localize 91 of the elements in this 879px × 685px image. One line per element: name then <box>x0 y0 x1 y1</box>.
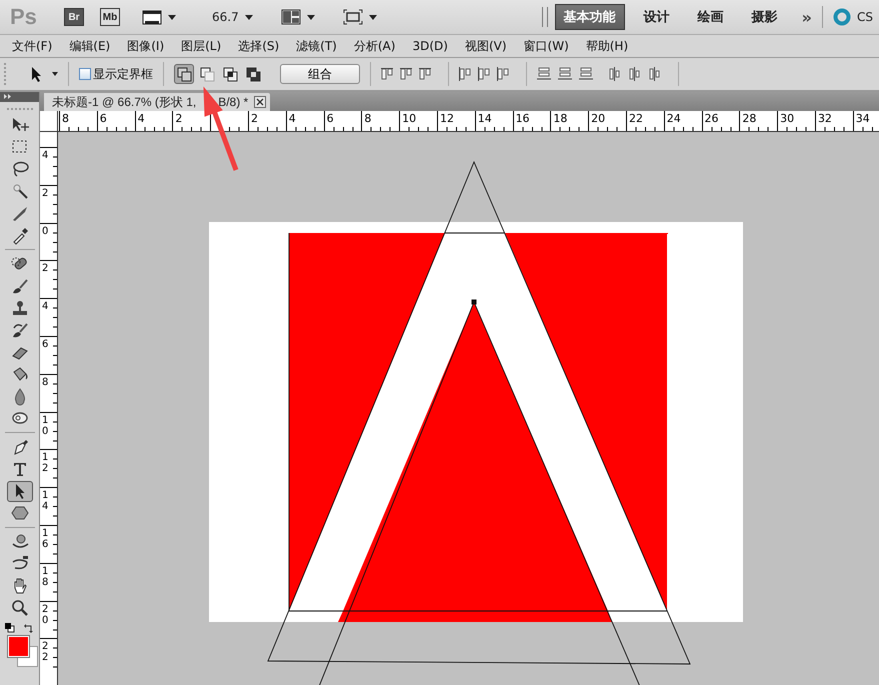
align-icon[interactable] <box>497 67 509 81</box>
caret-icon[interactable] <box>244 14 253 20</box>
align-icon[interactable] <box>400 67 412 81</box>
caret-icon[interactable] <box>306 14 315 20</box>
tool-button[interactable] <box>6 480 32 502</box>
ruler-label: 6 <box>326 112 334 125</box>
ruler-label: 14 <box>478 112 492 125</box>
workspace-tab[interactable]: 摄影 <box>742 4 787 30</box>
ruler-label: 28 <box>742 112 756 125</box>
distribute-icon[interactable] <box>648 67 661 81</box>
ruler-label: 18 <box>42 566 48 588</box>
ruler-label: 18 <box>553 112 568 125</box>
document-tab[interactable]: 未标题-1 @ 66.7% (形状 1, B/8) * <box>44 93 270 111</box>
ruler-label: 20 <box>42 604 48 626</box>
ruler-label: 2 <box>42 263 48 274</box>
ruler-label: 20 <box>591 112 606 125</box>
app-logo: Ps <box>10 4 38 30</box>
align-icon[interactable] <box>419 67 431 81</box>
ruler-label: 2 <box>42 188 48 199</box>
menu-item[interactable]: 分析(A) <box>348 38 402 54</box>
menu-item[interactable]: 窗口(W) <box>518 38 575 54</box>
ruler-label: 24 <box>666 112 681 125</box>
distribute-icon[interactable] <box>628 67 641 81</box>
ruler-label: 4 <box>42 150 48 161</box>
ruler-label: 10 <box>402 112 416 125</box>
ruler-label: 8 <box>364 112 372 125</box>
ruler-label: 8 <box>42 376 48 388</box>
path-mode-button[interactable] <box>174 64 194 84</box>
ruler-label: 16 <box>516 112 530 125</box>
mini-bridge-button[interactable]: Mb <box>100 8 120 26</box>
caret-icon[interactable] <box>168 14 176 20</box>
ruler-label: 34 <box>856 112 870 125</box>
ring-icon[interactable] <box>833 8 851 26</box>
menu-item[interactable]: 选择(S) <box>232 38 286 54</box>
align-icon[interactable] <box>459 67 471 81</box>
menu-item[interactable]: 视图(V) <box>458 38 513 54</box>
ruler-label: 14 <box>42 490 48 512</box>
bridge-button[interactable]: Br <box>64 8 84 26</box>
arrow-pointer-icon[interactable] <box>30 66 44 82</box>
workspace-tab[interactable]: 绘画 <box>688 4 733 30</box>
ruler-label: 12 <box>42 452 48 474</box>
ruler-label: 16 <box>42 528 48 550</box>
combine-button[interactable]: 组合 <box>280 64 360 84</box>
more-workspaces-button[interactable]: » <box>802 8 812 26</box>
menu-item[interactable]: 图层(L) <box>175 38 228 54</box>
cs-live-label[interactable]: CS <box>857 10 873 24</box>
caret-icon[interactable] <box>368 14 377 20</box>
ruler-label: 2 <box>175 112 182 125</box>
ruler-label: 6 <box>100 112 107 125</box>
ruler-label: 2 <box>250 112 258 125</box>
foreground-color-swatch[interactable] <box>8 636 28 657</box>
document-title: B/8) * <box>218 95 248 109</box>
document-title: 未标题-1 @ 66.7% (形状 1, <box>52 94 196 110</box>
screen-mode-icon[interactable] <box>342 9 363 25</box>
zoom-icon <box>10 598 30 618</box>
ruler-label: 4 <box>138 112 145 125</box>
ruler-label: 4 <box>288 112 296 125</box>
ruler-label: 32 <box>818 112 832 125</box>
ruler-label: 22 <box>42 641 48 664</box>
ruler-label: 30 <box>780 112 794 125</box>
double-chevron-icon[interactable] <box>4 94 11 99</box>
close-icon[interactable] <box>254 96 266 108</box>
bounding-box-checkbox[interactable]: 显示定界框 <box>79 66 153 82</box>
distribute-icon[interactable] <box>537 67 551 81</box>
zoom-level-field[interactable]: 66.7 <box>212 10 239 24</box>
ruler-label: 22 <box>628 112 643 125</box>
menu-item[interactable]: 滤镜(T) <box>290 38 343 54</box>
ruler-label: 10 <box>42 414 48 437</box>
film-strip-icon[interactable] <box>142 8 162 26</box>
ruler-label: 8 <box>62 112 69 125</box>
distribute-icon[interactable] <box>608 67 621 81</box>
caret-icon[interactable] <box>52 72 58 76</box>
ruler-label: 4 <box>42 301 48 312</box>
menu-item[interactable]: 文件(F) <box>6 38 58 54</box>
ruler-label: 0 <box>42 226 48 237</box>
ruler-label: 12 <box>440 112 454 125</box>
workspace-tab[interactable]: 基本功能 <box>554 4 625 30</box>
menu-item[interactable]: 3D(D) <box>406 39 454 53</box>
align-icon[interactable] <box>478 67 490 81</box>
ruler-label: 6 <box>42 338 48 350</box>
distribute-icon[interactable] <box>558 67 572 81</box>
ruler-label: 26 <box>704 112 719 125</box>
workspace-tab[interactable]: 设计 <box>634 4 679 30</box>
menu-item[interactable]: 图像(I) <box>121 38 170 54</box>
default-colors-icon[interactable] <box>5 623 15 633</box>
align-icon[interactable] <box>381 67 393 81</box>
distribute-icon[interactable] <box>579 67 593 81</box>
layout-grid-icon[interactable] <box>280 9 301 25</box>
menu-item[interactable]: 帮助(H) <box>580 38 634 54</box>
menu-item[interactable]: 编辑(E) <box>63 38 116 54</box>
swap-colors-icon[interactable] <box>23 623 34 634</box>
